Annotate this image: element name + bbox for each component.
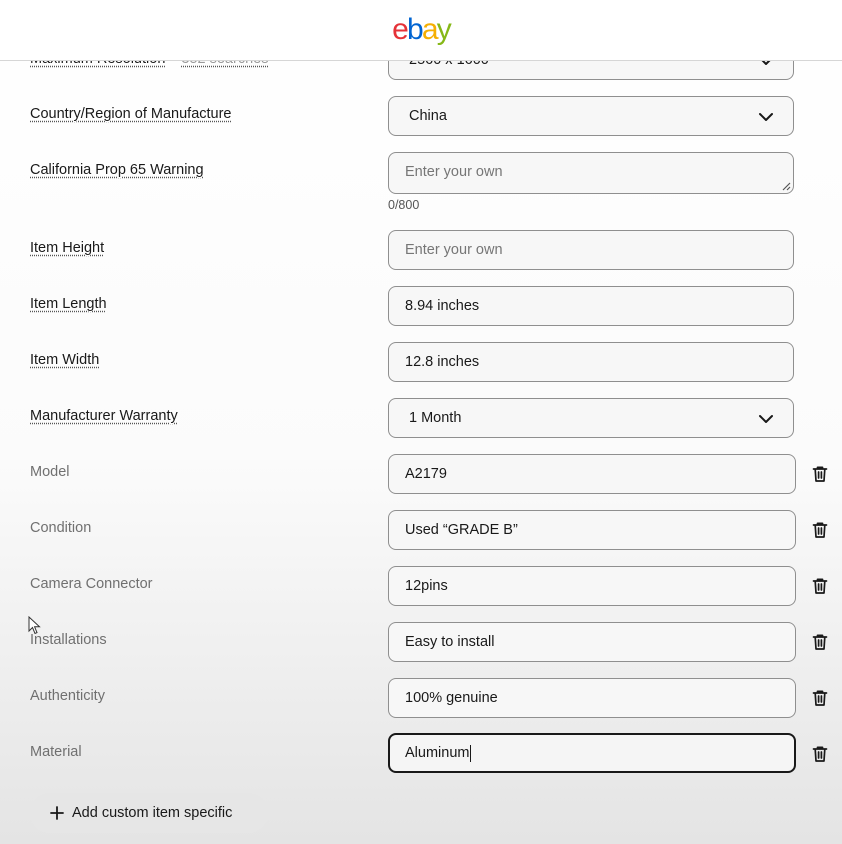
- custom-specific-value-material: Aluminum: [405, 745, 470, 761]
- manufacturer-warranty-label[interactable]: Manufacturer Warranty: [30, 408, 178, 424]
- logo-letter-a: a: [421, 13, 439, 46]
- custom-specific-value-condition: Used “GRADE B”: [405, 522, 518, 538]
- text-caret: [470, 744, 472, 762]
- custom-specific-label-material: Material: [30, 744, 82, 760]
- country-region-label[interactable]: Country/Region of Manufacture: [30, 106, 232, 122]
- trash-icon[interactable]: [810, 520, 830, 540]
- custom-specific-value-model: A2179: [405, 466, 447, 482]
- custom-specific-value-camera-connector: 12pins: [405, 578, 448, 594]
- custom-specific-label-model: Model: [30, 464, 70, 480]
- ebay-logo[interactable]: ebay: [392, 13, 452, 46]
- add-custom-item-specific-button[interactable]: Add custom item specific: [30, 793, 268, 833]
- plus-icon: [50, 806, 64, 820]
- resize-handle-icon[interactable]: [781, 181, 791, 191]
- prop65-char-counter: 0/800: [388, 198, 420, 212]
- chevron-down-icon: [759, 113, 773, 121]
- trash-icon[interactable]: [810, 688, 830, 708]
- custom-specific-input-installations[interactable]: Easy to install: [388, 622, 796, 662]
- logo-letter-e: e: [392, 13, 409, 46]
- logo-letter-y: y: [436, 13, 452, 46]
- item-length-label[interactable]: Item Length: [30, 296, 107, 312]
- custom-specific-value-authenticity: 100% genuine: [405, 690, 498, 706]
- item-height-input[interactable]: Enter your own: [388, 230, 794, 270]
- trash-icon[interactable]: [810, 744, 830, 764]
- logo-letter-b: b: [406, 13, 424, 46]
- country-region-value: China: [409, 108, 447, 124]
- trash-icon[interactable]: [810, 576, 830, 596]
- trash-icon[interactable]: [810, 632, 830, 652]
- custom-specific-label-camera-connector: Camera Connector: [30, 576, 153, 592]
- top-header: ebay: [0, 0, 842, 61]
- trash-icon[interactable]: [810, 464, 830, 484]
- item-width-value: 12.8 inches: [405, 354, 480, 370]
- manufacturer-warranty-select[interactable]: 1 Month: [388, 398, 794, 438]
- prop65-textarea[interactable]: Enter your own: [388, 152, 794, 194]
- item-height-label[interactable]: Item Height: [30, 240, 104, 256]
- add-custom-item-specific-label: Add custom item specific: [72, 805, 233, 821]
- custom-specific-value-installations: Easy to install: [405, 634, 495, 650]
- prop65-placeholder: Enter your own: [405, 164, 503, 180]
- chevron-down-icon: [759, 415, 773, 423]
- item-length-value: 8.94 inches: [405, 298, 480, 314]
- custom-specific-label-authenticity: Authenticity: [30, 688, 105, 704]
- item-length-input[interactable]: 8.94 inches: [388, 286, 794, 326]
- item-height-placeholder: Enter your own: [405, 242, 503, 258]
- mouse-cursor-icon: [28, 616, 41, 635]
- custom-specific-input-condition[interactable]: Used “GRADE B”: [388, 510, 796, 550]
- custom-specific-input-model[interactable]: A2179: [388, 454, 796, 494]
- manufacturer-warranty-value: 1 Month: [409, 410, 462, 426]
- custom-specific-input-material[interactable]: Aluminum: [388, 733, 796, 773]
- custom-specific-label-condition: Condition: [30, 520, 92, 536]
- custom-specific-input-authenticity[interactable]: 100% genuine: [388, 678, 796, 718]
- country-region-select[interactable]: China: [388, 96, 794, 136]
- item-width-label[interactable]: Item Width: [30, 352, 99, 368]
- prop65-label[interactable]: California Prop 65 Warning: [30, 162, 204, 178]
- item-width-input[interactable]: 12.8 inches: [388, 342, 794, 382]
- custom-specific-input-camera-connector[interactable]: 12pins: [388, 566, 796, 606]
